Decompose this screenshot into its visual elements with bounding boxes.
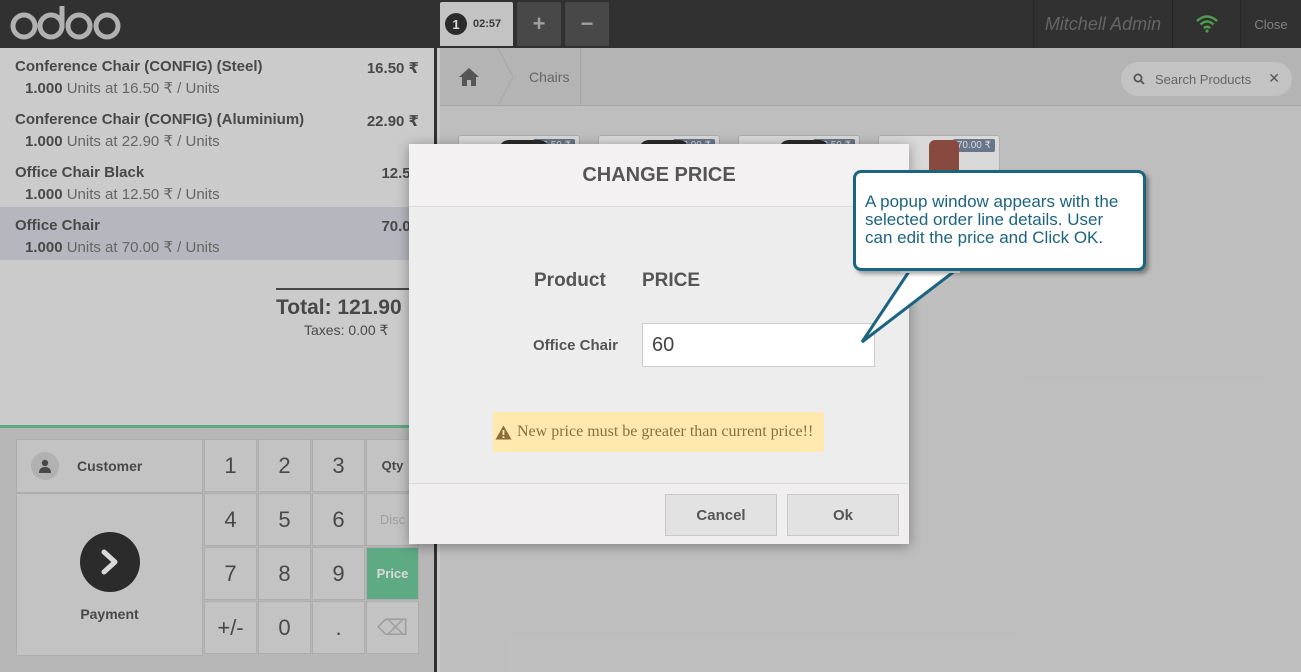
warning-text: New price must be greater than current p… [517, 423, 814, 440]
dialog-body: Product PRICE Office Chair New price mus… [409, 208, 909, 484]
warning-message: New price must be greater than current p… [493, 412, 824, 452]
ok-button[interactable]: Ok [787, 494, 899, 536]
column-header-price: PRICE [642, 270, 701, 291]
cancel-button[interactable]: Cancel [665, 494, 777, 536]
price-input[interactable] [642, 323, 875, 367]
callout-pointer [860, 262, 960, 344]
tutorial-callout: A popup window appears with the selected… [853, 170, 1146, 271]
product-name-label: Office Chair [533, 337, 619, 354]
warning-icon [495, 425, 512, 439]
dialog-title: CHANGE PRICE [409, 144, 909, 207]
change-price-dialog: CHANGE PRICE Product PRICE Office Chair … [409, 144, 909, 544]
dialog-footer: Cancel Ok [409, 483, 909, 544]
column-header-product: Product [534, 270, 606, 291]
